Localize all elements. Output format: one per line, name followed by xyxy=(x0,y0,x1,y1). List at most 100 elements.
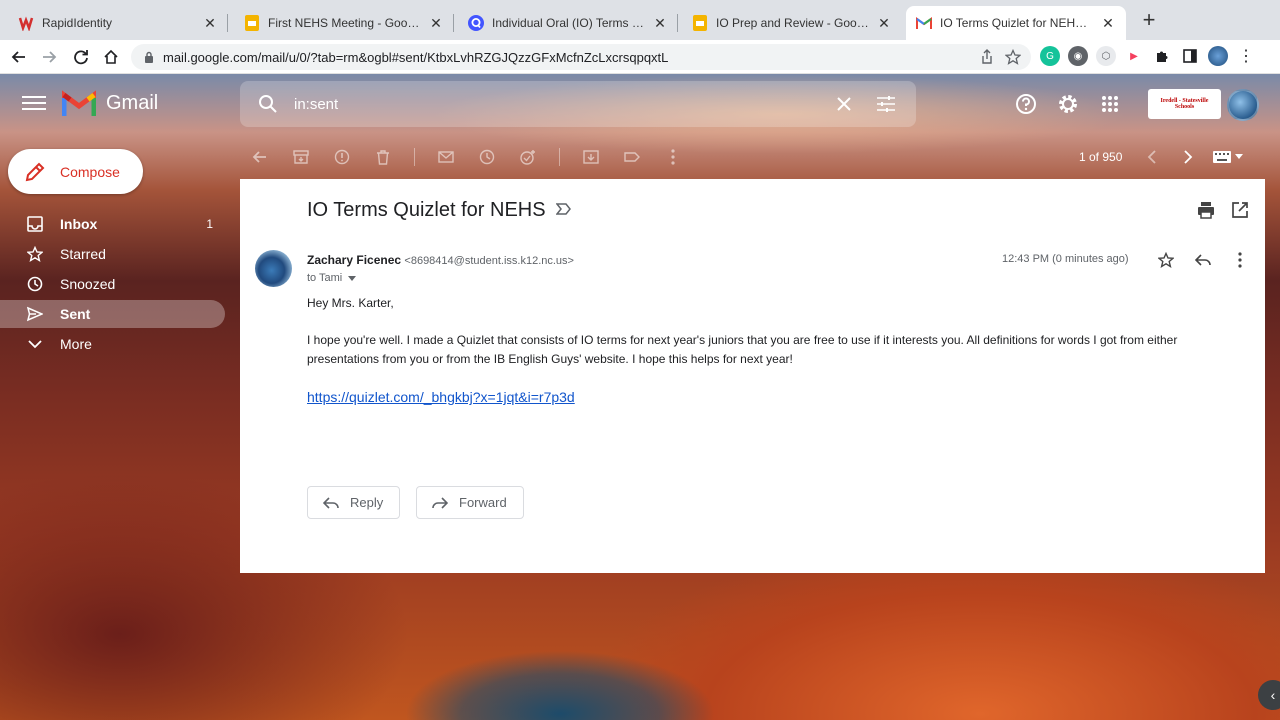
sidebar-item-inbox[interactable]: Inbox 1 xyxy=(0,210,225,238)
chevron-down-icon xyxy=(26,335,44,353)
search-input[interactable]: in:sent xyxy=(294,96,832,113)
main-menu-icon[interactable] xyxy=(22,92,46,116)
profile-avatar[interactable] xyxy=(1208,46,1228,66)
close-tab-icon[interactable]: ✕ xyxy=(428,15,444,32)
organization-logo[interactable]: Iredell - Statesville Schools xyxy=(1148,89,1221,119)
forward-button[interactable]: Forward xyxy=(416,486,524,519)
star-icon xyxy=(26,245,44,263)
importance-marker-icon[interactable] xyxy=(555,199,572,222)
snooze-icon[interactable] xyxy=(477,147,497,167)
close-tab-icon[interactable]: ✕ xyxy=(1100,15,1116,32)
sidebar-item-more[interactable]: More xyxy=(0,330,225,358)
pencil-icon xyxy=(24,161,46,183)
extension-icon[interactable]: ◉ xyxy=(1068,46,1088,66)
browser-tab[interactable]: First NEHS Meeting - Google S ✕ xyxy=(234,6,454,40)
subject-text: IO Terms Quizlet for NEHS xyxy=(307,199,546,221)
share-icon[interactable] xyxy=(979,49,995,68)
add-to-tasks-icon[interactable] xyxy=(518,147,538,167)
settings-gear-icon[interactable] xyxy=(1056,92,1080,116)
sidebar-item-snoozed[interactable]: Snoozed xyxy=(0,270,225,298)
close-tab-icon[interactable]: ✕ xyxy=(202,15,218,32)
star-message-icon[interactable] xyxy=(1156,250,1176,270)
browser-tab-strip: RapidIdentity ✕ First NEHS Meeting - Goo… xyxy=(0,0,1280,40)
sidebar-item-label: Inbox xyxy=(60,216,98,232)
sender-name[interactable]: Zachary Ficenec xyxy=(307,253,401,267)
reload-icon[interactable] xyxy=(70,46,92,68)
report-spam-icon[interactable] xyxy=(332,147,352,167)
clear-search-icon[interactable] xyxy=(832,92,856,116)
message-toolbar xyxy=(250,145,704,169)
forward-arrow-icon xyxy=(431,494,449,512)
delete-icon[interactable] xyxy=(373,147,393,167)
show-side-panel-icon[interactable]: ‹ xyxy=(1258,680,1280,710)
help-icon[interactable] xyxy=(1014,92,1038,116)
apps-grid-icon[interactable] xyxy=(1098,92,1122,116)
newer-chevron-icon[interactable] xyxy=(1143,148,1161,166)
more-options-icon[interactable] xyxy=(663,147,683,167)
reply-icon[interactable] xyxy=(1193,250,1213,270)
message-greeting: Hey Mrs. Karter, xyxy=(307,296,394,310)
account-avatar[interactable] xyxy=(1227,89,1259,121)
move-to-icon[interactable] xyxy=(581,147,601,167)
sender-avatar[interactable] xyxy=(255,250,292,287)
message-pane: IO Terms Quizlet for NEHS Zachary Ficene… xyxy=(240,179,1265,573)
forward-icon[interactable] xyxy=(38,46,60,68)
search-options-icon[interactable] xyxy=(874,92,898,116)
print-icon[interactable] xyxy=(1197,201,1215,224)
older-chevron-icon[interactable] xyxy=(1179,148,1197,166)
sidebar-item-label: Snoozed xyxy=(60,276,116,292)
recipient-details-dropdown-icon[interactable] xyxy=(348,275,357,281)
recipient-line[interactable]: to Tami xyxy=(307,272,357,284)
gmail-logo-text: Gmail xyxy=(106,91,159,114)
compose-button[interactable]: Compose xyxy=(8,149,143,194)
chrome-menu-icon[interactable]: ⋮ xyxy=(1236,46,1256,66)
sidebar-item-label: Starred xyxy=(60,246,106,262)
sidebar-item-sent[interactable]: Sent xyxy=(0,300,225,328)
lock-icon[interactable] xyxy=(143,51,155,63)
archive-icon[interactable] xyxy=(291,147,311,167)
browser-tab[interactable]: IO Prep and Review - Google S ✕ xyxy=(682,6,902,40)
gmail-m-icon xyxy=(62,90,96,116)
screencastify-icon[interactable]: ▶ xyxy=(1124,46,1144,66)
tab-title: First NEHS Meeting - Google S xyxy=(268,16,422,30)
sidebar-item-label: Sent xyxy=(60,306,91,322)
message-subject: IO Terms Quizlet for NEHS xyxy=(307,199,572,222)
close-tab-icon[interactable]: ✕ xyxy=(876,15,892,32)
close-tab-icon[interactable]: ✕ xyxy=(652,15,668,32)
bookmark-star-icon[interactable] xyxy=(1004,48,1022,68)
address-bar[interactable]: mail.google.com/mail/u/0/?tab=rm&ogbl#se… xyxy=(131,44,1031,70)
home-icon[interactable] xyxy=(100,46,122,68)
open-in-new-window-icon[interactable] xyxy=(1231,201,1249,224)
new-tab-button[interactable]: + xyxy=(1139,9,1159,31)
browser-toolbar: mail.google.com/mail/u/0/?tab=rm&ogbl#se… xyxy=(0,40,1280,74)
google-slides-icon xyxy=(692,15,708,31)
label-icon[interactable] xyxy=(622,147,642,167)
reply-button[interactable]: Reply xyxy=(307,486,401,519)
tab-title: IO Terms Quizlet for NEHS - 86 xyxy=(940,16,1094,30)
quizlet-icon xyxy=(468,15,484,31)
back-icon[interactable] xyxy=(8,46,30,68)
browser-tab[interactable]: Individual Oral (IO) Terms for IB ✕ xyxy=(458,6,678,40)
mark-unread-icon[interactable] xyxy=(436,147,456,167)
quizlet-link[interactable]: https://quizlet.com/_bhgkbj?x=1jqt&i=r7p… xyxy=(307,389,575,405)
extension-icon[interactable]: ⬡ xyxy=(1096,46,1116,66)
search-icon[interactable] xyxy=(256,92,280,116)
reply-icon xyxy=(322,494,340,512)
pagination-text: 1 of 950 xyxy=(1079,150,1123,164)
sidebar-item-label: More xyxy=(60,336,92,352)
browser-tab[interactable]: RapidIdentity ✕ xyxy=(8,6,228,40)
puzzle-icon[interactable] xyxy=(1152,46,1172,66)
grammarly-icon[interactable]: G xyxy=(1040,46,1060,66)
more-actions-icon[interactable] xyxy=(1230,250,1250,270)
compose-label: Compose xyxy=(60,163,120,180)
sidebar-icon[interactable] xyxy=(1180,46,1200,66)
gmail-logo[interactable]: Gmail xyxy=(62,90,158,116)
input-tools-icon[interactable] xyxy=(1213,149,1247,165)
browser-tab-active[interactable]: IO Terms Quizlet for NEHS - 86 ✕ xyxy=(906,6,1126,40)
sidebar-item-starred[interactable]: Starred xyxy=(0,240,225,268)
tab-title: Individual Oral (IO) Terms for IB xyxy=(492,16,646,30)
unread-count: 1 xyxy=(206,217,213,231)
search-bar[interactable]: in:sent xyxy=(240,81,916,127)
back-to-sent-icon[interactable] xyxy=(250,147,270,167)
sender-email: <8698414@student.iss.k12.nc.us> xyxy=(404,255,574,267)
